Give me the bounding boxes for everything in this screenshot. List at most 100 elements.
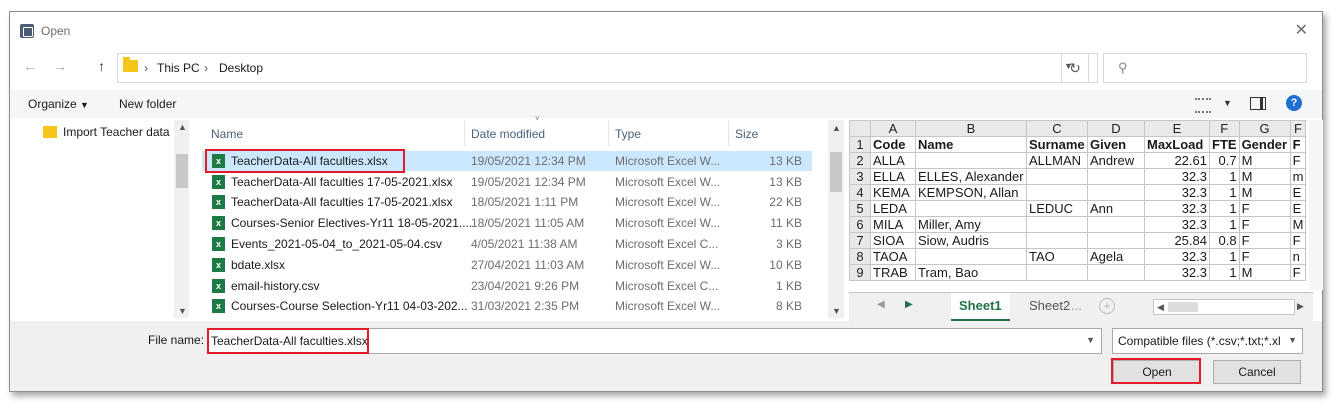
preview-pane-icon[interactable]: [1250, 97, 1266, 110]
chevron-down-icon[interactable]: ▼: [1223, 98, 1232, 108]
column-letter: A: [870, 120, 916, 137]
file-date: 4/05/2021 11:38 AM: [471, 237, 578, 251]
sheet-cell: F: [1238, 216, 1291, 233]
sheet-cell: Gender: [1238, 136, 1291, 153]
column-divider[interactable]: [608, 120, 609, 146]
file-type: Microsoft Excel C...: [615, 279, 719, 293]
column-letter: D: [1087, 120, 1145, 137]
file-size: 13 KB: [769, 154, 802, 168]
sheet-cell: 0.8: [1209, 232, 1240, 249]
add-sheet-icon[interactable]: +: [1099, 298, 1115, 314]
forward-arrow-icon[interactable]: →: [53, 58, 67, 74]
sheet-row: 7 SIOA Siow, Audris 25.84 0.8 F F: [849, 232, 1307, 249]
file-row[interactable]: x Events_2021-05-04_to_2021-05-04.csv 4/…: [202, 234, 812, 254]
highlight-box: [1111, 358, 1201, 384]
sheet-cell: 1: [1209, 168, 1240, 185]
file-date: 19/05/2021 12:34 PM: [471, 154, 586, 168]
sheet-cell: M: [1238, 264, 1291, 281]
sheet-cell: SIOA: [870, 232, 916, 249]
file-list: Name ˅ Date modified Type Size x Teacher…: [202, 114, 822, 318]
navigation-pane: Import Teacher data ▲ ▼: [10, 120, 190, 318]
organize-button[interactable]: Organize ▼: [28, 97, 89, 111]
up-arrow-icon[interactable]: ↑: [98, 58, 105, 74]
file-row[interactable]: x Courses-Senior Electives-Yr11 18-05-20…: [202, 213, 812, 233]
sheet-cell: [1087, 168, 1145, 185]
column-header-name[interactable]: Name: [211, 120, 243, 148]
new-folder-button[interactable]: New folder: [119, 97, 176, 111]
excel-file-icon: x: [212, 216, 225, 230]
address-bar[interactable]: › This PC › Desktop ▼: [117, 53, 1098, 83]
tab-sheet2[interactable]: Sheet2: [1021, 293, 1078, 319]
preview-scrollbar[interactable]: [1309, 120, 1323, 290]
nav-pane-scrollbar[interactable]: [174, 120, 189, 318]
breadcrumb-desktop[interactable]: Desktop: [219, 61, 263, 75]
nav-pane-scroll-thumb[interactable]: [176, 154, 188, 188]
chevron-down-icon[interactable]: ▼: [1086, 335, 1095, 345]
row-number: 4: [849, 184, 871, 201]
sheet-cell: M: [1238, 168, 1291, 185]
column-letter-row: A B C D E F G F: [849, 120, 1307, 137]
sheet-cell: 1: [1209, 264, 1240, 281]
prev-sheet-icon[interactable]: ◀: [877, 299, 885, 310]
tab-sheet1[interactable]: Sheet1: [951, 293, 1010, 322]
close-icon[interactable]: ✕: [1295, 20, 1308, 40]
file-type: Microsoft Excel W...: [615, 175, 721, 189]
horizontal-scrollbar[interactable]: ◀: [1153, 299, 1295, 315]
file-name: Courses-Course Selection-Yr11 04-03-202.…: [231, 299, 468, 313]
file-type-filter[interactable]: Compatible files (*.csv;*.txt;*.xl ▼: [1112, 328, 1303, 354]
back-arrow-icon[interactable]: ←: [23, 58, 37, 74]
view-options-icon[interactable]: [1195, 98, 1211, 113]
sheet-cell: MaxLoad: [1144, 136, 1210, 153]
sheet-row: 2 ALLA ALLMAN Andrew 22.61 0.7 M F: [849, 152, 1307, 169]
file-row[interactable]: x bdate.xlsx 27/04/2021 11:03 AM Microso…: [202, 255, 812, 275]
row-number: 1: [849, 136, 871, 153]
help-icon[interactable]: ?: [1286, 95, 1302, 111]
scroll-down-icon[interactable]: ▼: [832, 306, 841, 316]
file-name: Courses-Senior Electives-Yr11 18-05-2021…: [231, 216, 473, 230]
file-row[interactable]: x Courses-Course Selection-Yr11 04-03-20…: [202, 296, 812, 316]
sheet-cell: FTE: [1209, 136, 1240, 153]
sheet-cell: 1: [1209, 248, 1240, 265]
sheet-cell: Name: [915, 136, 1027, 153]
row-number: 6: [849, 216, 871, 233]
column-header-type[interactable]: Type: [615, 120, 641, 148]
sheet-cell: LEDA: [870, 200, 916, 217]
sheet-cell: ELLA: [870, 168, 916, 185]
search-input[interactable]: ⚲: [1103, 53, 1307, 83]
scroll-right-icon[interactable]: ▶: [1297, 301, 1304, 312]
preview-pane: A B C D E F G F 1 Code Name Surname Give…: [849, 120, 1323, 322]
sheet-row: 5 LEDA LEDUC Ann 32.3 1 F E: [849, 200, 1307, 217]
sheet-cell: E: [1289, 200, 1307, 217]
excel-file-icon: x: [212, 258, 225, 272]
file-list-scroll-thumb[interactable]: [830, 152, 842, 192]
more-sheets-icon[interactable]: ...: [1071, 293, 1082, 319]
sheet-cell: m: [1289, 168, 1307, 185]
horizontal-scroll-thumb[interactable]: [1168, 302, 1198, 312]
column-divider[interactable]: [728, 120, 729, 146]
column-divider[interactable]: [464, 120, 465, 146]
excel-file-icon: x: [212, 237, 225, 251]
scroll-down-icon[interactable]: ▼: [178, 306, 187, 316]
sheet-cell: MILA: [870, 216, 916, 233]
breadcrumb-this-pc[interactable]: This PC: [157, 61, 200, 75]
chevron-down-icon[interactable]: ▼: [1285, 335, 1297, 345]
scroll-up-icon[interactable]: ▲: [178, 122, 187, 132]
app-icon: [20, 24, 34, 38]
column-header-date[interactable]: Date modified: [471, 120, 545, 148]
file-row[interactable]: x TeacherData-All faculties 17-05-2021.x…: [202, 172, 812, 192]
file-row[interactable]: x TeacherData-All faculties 17-05-2021.x…: [202, 192, 812, 212]
column-header-size[interactable]: Size: [735, 120, 758, 148]
next-sheet-icon[interactable]: ▶: [905, 299, 913, 310]
scroll-up-icon[interactable]: ▲: [832, 123, 841, 133]
scroll-left-icon[interactable]: ◀: [1157, 302, 1164, 313]
sheet-cell: 1: [1209, 216, 1240, 233]
sheet-cell: [1026, 232, 1088, 249]
refresh-button[interactable]: ↻: [1061, 53, 1089, 83]
sheet-row: 8 TAOA TAO Agela 32.3 1 F n: [849, 248, 1307, 265]
sheet-cell: F: [1289, 136, 1307, 153]
folder-icon: [123, 57, 138, 72]
file-list-scrollbar[interactable]: [828, 120, 844, 318]
cancel-button[interactable]: Cancel: [1213, 360, 1301, 384]
row-number: 7: [849, 232, 871, 249]
file-row[interactable]: x email-history.csv 23/04/2021 9:26 PM M…: [202, 276, 812, 296]
